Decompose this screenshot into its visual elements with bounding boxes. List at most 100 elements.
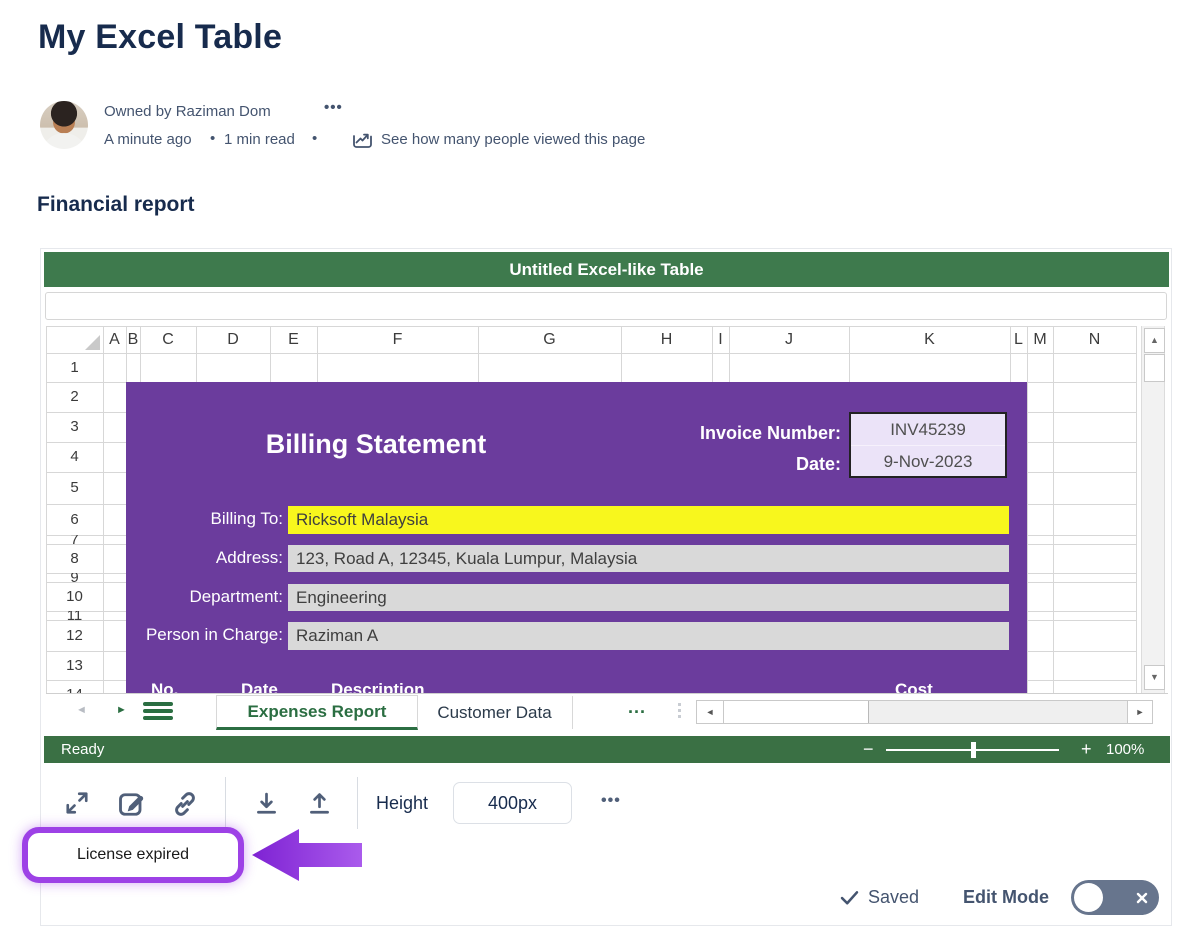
expand-icon[interactable] [63, 789, 91, 822]
row-header-12[interactable]: 12 [46, 620, 103, 651]
col-header-A[interactable]: A [103, 326, 126, 353]
edit-mode-toggle[interactable] [1071, 880, 1159, 915]
corner-triangle [85, 335, 100, 350]
department-value[interactable]: Engineering [288, 584, 1009, 611]
col-header-C[interactable]: C [140, 326, 196, 353]
row-header-6[interactable]: 6 [46, 504, 103, 535]
partial-header-cost: Cost [895, 680, 933, 693]
download-icon[interactable] [253, 790, 280, 822]
down-arrow-icon: ▼ [1150, 672, 1159, 682]
invoice-number-value[interactable]: INV45239 [851, 414, 1005, 446]
formula-bar[interactable] [45, 292, 1167, 320]
zoom-out-icon[interactable]: − [863, 739, 874, 760]
upload-icon[interactable] [306, 790, 333, 822]
hscroll-left-button[interactable]: ◄ [697, 701, 724, 723]
avatar[interactable] [40, 101, 88, 149]
hscroll-right-button[interactable]: ► [1127, 701, 1152, 723]
col-header-N[interactable]: N [1053, 326, 1136, 353]
billing-to-label[interactable]: Billing To: [126, 509, 283, 529]
more-sheets-button[interactable]: ... [628, 697, 646, 718]
row-header-3[interactable]: 3 [46, 412, 103, 442]
saved-status: Saved [868, 887, 919, 908]
invoice-number-label[interactable]: Invoice Number: [541, 423, 841, 444]
tab-nav-right-icon[interactable]: ► [116, 704, 127, 716]
views-link[interactable]: See how many people viewed this page [381, 131, 645, 148]
row-header-7[interactable]: 7 [46, 535, 103, 544]
sheet-tab-bar: ◄ ► Expenses Report Customer Data ... ◄ … [46, 695, 1168, 730]
horizontal-scrollbar[interactable]: ◄ ► [696, 700, 1153, 724]
edit-icon[interactable] [116, 788, 146, 823]
tab-nav-left-icon[interactable]: ◄ [76, 704, 87, 716]
edit-mode-label: Edit Mode [963, 887, 1049, 908]
row-header-9[interactable]: 9 [46, 573, 103, 582]
address-label[interactable]: Address: [126, 548, 283, 568]
zoom-level: 100% [1106, 741, 1144, 758]
row-header-10[interactable]: 10 [46, 582, 103, 611]
zoom-slider-thumb[interactable] [971, 742, 976, 758]
byline-dot-2: • [312, 130, 317, 147]
close-icon [1134, 885, 1150, 914]
spreadsheet-grid[interactable]: A B C D E F G H I J K L M N 1 2 3 4 5 6 … [46, 326, 1168, 694]
col-header-M[interactable]: M [1027, 326, 1053, 353]
toolbar-divider-1 [225, 777, 226, 829]
address-value[interactable]: 123, Road A, 12345, Kuala Lumpur, Malays… [288, 545, 1009, 572]
row-header-4[interactable]: 4 [46, 442, 103, 472]
zoom-in-icon[interactable]: + [1081, 739, 1092, 760]
check-icon [838, 886, 861, 914]
col-header-I[interactable]: I [712, 326, 729, 353]
license-expired-text: License expired [77, 846, 189, 864]
byline-time: A minute ago [104, 131, 192, 148]
col-header-E[interactable]: E [270, 326, 317, 353]
row-header-13[interactable]: 13 [46, 651, 103, 680]
link-icon[interactable] [171, 790, 199, 823]
row-header-5[interactable]: 5 [46, 472, 103, 504]
partial-header-date: Date [241, 680, 278, 693]
horizontal-scroll-thumb[interactable] [724, 701, 869, 723]
byline-read-time: 1 min read [224, 131, 295, 148]
date-label[interactable]: Date: [541, 454, 841, 475]
annotation-arrow-icon [252, 827, 362, 888]
col-header-H[interactable]: H [621, 326, 712, 353]
row-header-2[interactable]: 2 [46, 382, 103, 412]
excel-macro-container: Untitled Excel-like Table A B C D E F G … [40, 248, 1172, 926]
col-header-G[interactable]: G [478, 326, 621, 353]
col-header-K[interactable]: K [849, 326, 1010, 353]
license-expired-badge: License expired [22, 827, 244, 883]
row-header-14[interactable]: 14 [46, 680, 103, 694]
section-heading: Financial report [37, 193, 195, 217]
col-header-F[interactable]: F [317, 326, 478, 353]
row-header-8[interactable]: 8 [46, 544, 103, 573]
toolbar-more-button[interactable]: ••• [601, 792, 621, 810]
height-label: Height [376, 793, 428, 814]
height-input[interactable] [453, 782, 572, 824]
col-header-D[interactable]: D [196, 326, 270, 353]
tab-customer-data[interactable]: Customer Data [417, 696, 573, 729]
scroll-down-button[interactable]: ▼ [1144, 665, 1165, 690]
person-in-charge-label[interactable]: Person in Charge: [126, 625, 283, 645]
department-label[interactable]: Department: [126, 587, 283, 607]
row-header-11[interactable]: 11 [46, 611, 103, 620]
sheet-menu-hamburger-icon[interactable] [143, 702, 173, 722]
date-value[interactable]: 9-Nov-2023 [851, 446, 1005, 477]
person-in-charge-value[interactable]: Raziman A [288, 622, 1009, 650]
billing-to-value[interactable]: Ricksoft Malaysia [288, 506, 1009, 534]
byline-owner[interactable]: Owned by Raziman Dom [104, 103, 271, 120]
workbook-title-bar: Untitled Excel-like Table [44, 252, 1169, 287]
tab-expenses-report[interactable]: Expenses Report [216, 695, 418, 730]
col-header-B[interactable]: B [126, 326, 140, 353]
scroll-up-button[interactable]: ▲ [1144, 328, 1165, 353]
byline-more-button[interactable]: ••• [324, 99, 343, 116]
vertical-scroll-thumb[interactable] [1144, 354, 1165, 382]
left-arrow-icon: ◄ [706, 707, 715, 717]
col-header-L[interactable]: L [1010, 326, 1027, 353]
status-bar: Ready − + 100% [44, 736, 1170, 763]
analytics-chart-icon [352, 130, 373, 154]
vertical-scrollbar[interactable]: ▲ ▼ [1141, 326, 1165, 693]
row-header-1[interactable]: 1 [46, 353, 103, 382]
toolbar-divider-2 [357, 777, 358, 829]
expense-table-header-row: No. Date Description Cost [126, 680, 1027, 693]
billing-statement-title[interactable]: Billing Statement [161, 429, 591, 460]
invoice-value-box: INV45239 9-Nov-2023 [849, 412, 1007, 478]
select-all-corner[interactable] [46, 326, 103, 353]
col-header-J[interactable]: J [729, 326, 849, 353]
